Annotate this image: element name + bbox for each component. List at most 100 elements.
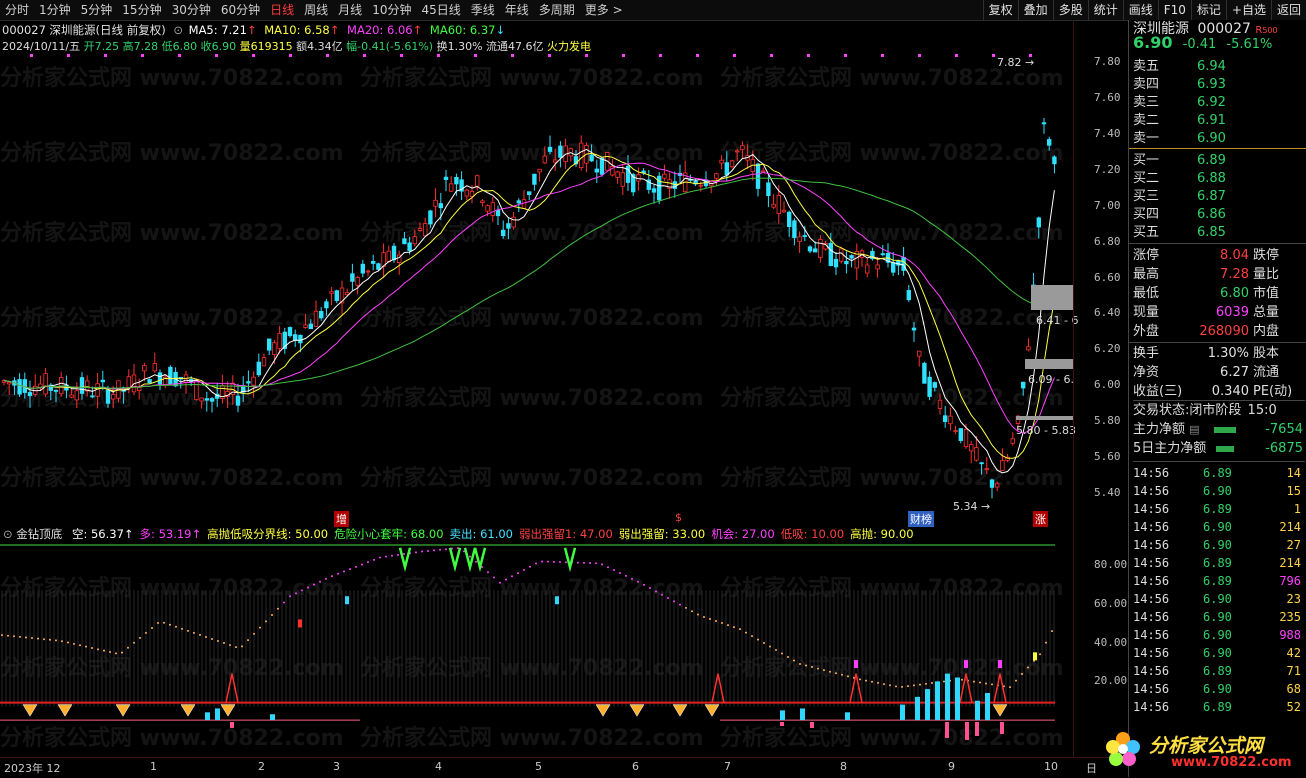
tick-time: 14:56: [1133, 556, 1170, 570]
candle-body: [90, 395, 95, 398]
indicator-settings-icon[interactable]: ⊙: [3, 527, 13, 541]
price-tick: 6.20: [1094, 342, 1121, 356]
pink-bar: [810, 722, 814, 728]
tick-price: 6.89: [1203, 700, 1232, 714]
ask-price: 6.93: [1197, 77, 1226, 92]
ask-label: 卖一: [1133, 131, 1160, 146]
candle-body: [350, 273, 355, 282]
date-axis: 2023年 12 1 2 3 4 5 6 7 8 9 10 日: [0, 757, 1127, 778]
bar-sector[interactable]: 火力发电: [547, 40, 591, 53]
signal-dot: [474, 54, 477, 57]
tag-zeng[interactable]: 增: [334, 511, 349, 527]
curve-dot: [151, 626, 153, 629]
candle-body: [360, 263, 365, 274]
curve-dot: [283, 601, 285, 604]
curve-dot: [697, 613, 699, 616]
candle-body: [880, 253, 885, 256]
candle-body: [464, 189, 469, 197]
curve-dot: [91, 646, 93, 649]
toolbar-button[interactable]: F10: [1157, 0, 1191, 20]
toolbar-button[interactable]: +自选: [1225, 0, 1271, 20]
tag-dollar[interactable]: $: [675, 511, 682, 524]
toolbar-button[interactable]: 统计: [1087, 0, 1123, 20]
toolbar-button[interactable]: 返回: [1270, 0, 1306, 20]
diamond-icon: [180, 704, 196, 717]
curve-dot: [445, 548, 447, 551]
tick-time: 14:56: [1133, 664, 1170, 678]
candle-body: [485, 205, 490, 212]
tick-price: 6.90: [1203, 628, 1232, 642]
period-tab[interactable]: 60分钟: [216, 0, 265, 20]
tag-zhang[interactable]: 涨: [1033, 511, 1048, 527]
period-tab[interactable]: 1分钟: [34, 0, 76, 20]
pink-bar: [965, 722, 969, 740]
period-tab[interactable]: 更多 >: [580, 0, 628, 20]
period-tab[interactable]: 5分钟: [76, 0, 118, 20]
indicator-item: 弱出强留1: 47.00: [519, 527, 613, 541]
curve-dot: [385, 555, 387, 558]
trade-status-label: 交易状态:: [1133, 403, 1190, 418]
indicator-item: 机会: 27.00: [711, 527, 775, 541]
tick-price: 6.90: [1203, 484, 1232, 498]
period-tab[interactable]: 10分钟: [367, 0, 416, 20]
period-tab[interactable]: 年线: [500, 0, 534, 20]
candle-body: [480, 200, 485, 203]
tick-list[interactable]: 14:56 6.89 14 14:56 6.90 15 14:56 6.89 1 14:56 6.9…: [1133, 461, 1305, 730]
period-tab[interactable]: 月线: [333, 0, 367, 20]
period-tab[interactable]: 季线: [466, 0, 500, 20]
period-tab[interactable]: 45日线: [416, 0, 465, 20]
low-price-label: 5.34 →: [953, 500, 991, 513]
curve-dot: [757, 638, 759, 641]
settings-icon[interactable]: ⊙: [173, 23, 183, 37]
bar-open: 开7.25: [83, 40, 120, 53]
curve-dot: [595, 562, 597, 565]
candle-body: [100, 379, 105, 383]
candle-body: [865, 264, 870, 274]
toolbar-button[interactable]: 多股: [1052, 0, 1088, 20]
pink-bar: [230, 722, 234, 728]
curve-dot: [913, 684, 915, 687]
period-tab[interactable]: 周线: [299, 0, 333, 20]
curve-dot: [973, 680, 975, 683]
tick-volume: 214: [1279, 556, 1301, 570]
candle-body: [719, 159, 724, 164]
marker: [345, 596, 349, 605]
candle-body: [105, 389, 111, 404]
tick-row: 14:56 6.90 15: [1133, 482, 1305, 500]
tag-caibang[interactable]: 财榜: [908, 511, 934, 527]
list-icon[interactable]: ▤: [1189, 423, 1199, 436]
ma5-label: MA5: 7.21: [188, 23, 247, 37]
period-tab[interactable]: 日线: [265, 0, 299, 20]
toolbar-button[interactable]: 复权: [982, 0, 1018, 20]
curve-dot: [919, 683, 921, 686]
candlestick-chart[interactable]: [0, 54, 1073, 526]
main-net5-bar: [1216, 445, 1235, 452]
toolbar-button[interactable]: 标记: [1190, 0, 1226, 20]
period-tab[interactable]: 30分钟: [167, 0, 216, 20]
curve-dot: [859, 678, 861, 681]
candle-body: [1047, 139, 1052, 146]
tick-time: 14:56: [1133, 610, 1170, 624]
tick-price: 6.89: [1203, 556, 1232, 570]
indicator-name[interactable]: 金钻顶底: [16, 527, 62, 541]
curve-dot: [1009, 686, 1011, 689]
curve-dot: [841, 673, 843, 676]
period-tab[interactable]: 分时: [0, 0, 34, 20]
candle-body: [797, 236, 802, 243]
indicator-chart[interactable]: [0, 542, 1073, 757]
toolbar-button[interactable]: 叠加: [1017, 0, 1053, 20]
ask-row: 卖五 6.94: [1133, 57, 1305, 76]
period-tab[interactable]: 15分钟: [117, 0, 166, 20]
curve-dot: [787, 655, 789, 658]
candle-body: [53, 390, 59, 392]
signal-dot: [659, 54, 662, 57]
toolbar-button[interactable]: 画线: [1122, 0, 1158, 20]
period-tab[interactable]: 多周期: [534, 0, 580, 20]
ma-line: [3, 162, 1055, 434]
candle-body: [27, 392, 33, 397]
candle-body: [261, 357, 267, 367]
date-tick: 2: [258, 760, 265, 773]
trade-time: 15:0: [1247, 403, 1277, 418]
candle-body: [974, 447, 979, 461]
signal-dot: [881, 54, 884, 57]
